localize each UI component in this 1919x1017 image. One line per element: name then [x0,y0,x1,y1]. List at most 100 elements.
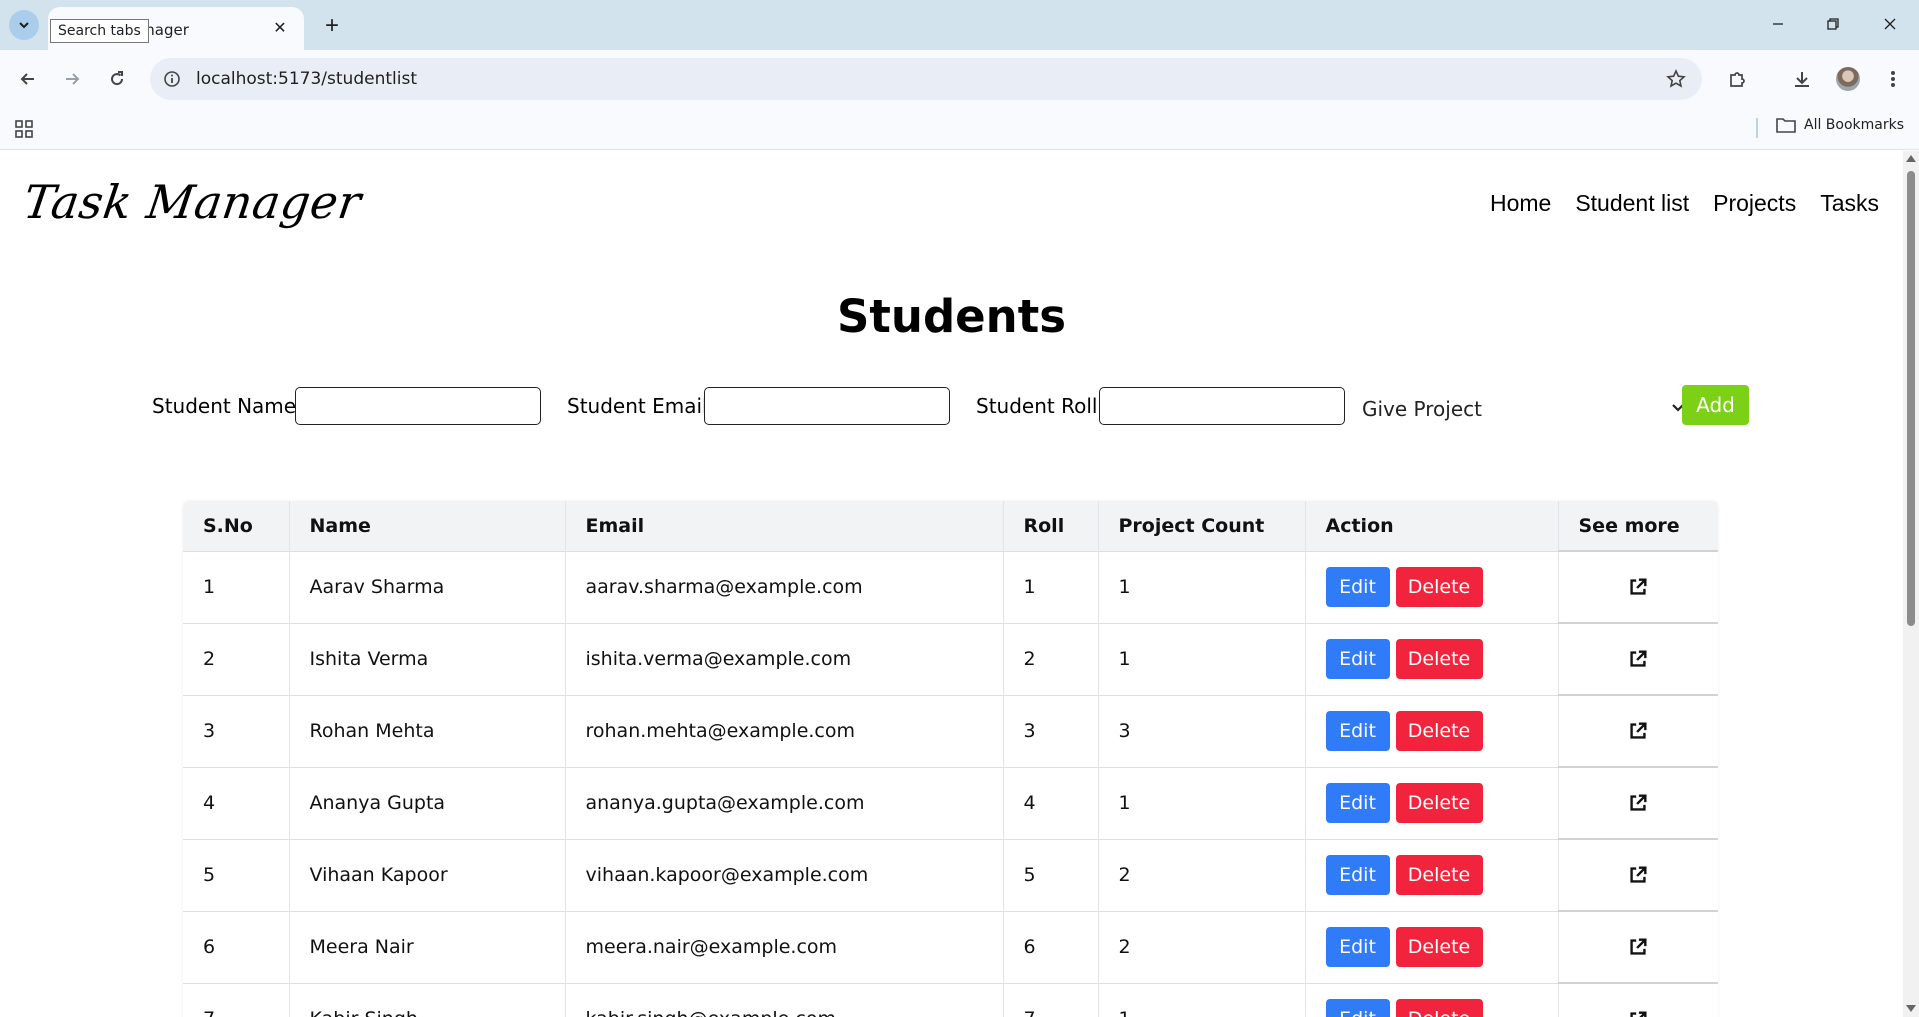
cell-roll: 6 [1003,910,1099,983]
table-row: 5 Vihaan Kapoor vihaan.kapoor@example.com 5… [183,838,1718,911]
page-scrollbar[interactable] [1903,151,1919,1017]
nav-tasks[interactable]: Tasks [1820,190,1879,217]
cell-email: ishita.verma@example.com [565,622,1004,695]
all-bookmarks-button[interactable]: All Bookmarks [1776,117,1904,133]
students-table-container: S.No Name Email Roll Project Count Actio… [183,501,1718,1017]
close-window-button[interactable] [1875,12,1905,36]
forward-button[interactable] [56,63,88,95]
cell-project-count: 3 [1098,694,1306,767]
cell-name: Rohan Mehta [289,694,566,767]
downloads-button[interactable] [1786,63,1818,95]
table-row: 1 Aarav Sharma aarav.sharma@example.com 1 1 E… [183,550,1718,623]
nav-student-list[interactable]: Student list [1575,190,1689,217]
header-name: Name [289,501,566,551]
cell-action: EditDelete [1305,766,1559,839]
cell-action: EditDelete [1305,838,1559,911]
edit-button[interactable]: Edit [1325,927,1390,967]
see-more-button[interactable] [1557,910,1718,983]
edit-button[interactable]: Edit [1325,999,1390,1017]
cell-project-count: 1 [1098,982,1306,1017]
chevron-down-icon [19,22,29,29]
cell-action: EditDelete [1305,622,1559,695]
external-link-icon [1630,650,1647,667]
minimize-button[interactable] [1763,12,1793,36]
minimize-icon [1773,23,1783,25]
site-brand-logo[interactable]: Task Manager [20,175,364,229]
edit-button[interactable]: Edit [1325,783,1390,823]
browser-menu-button[interactable] [1877,63,1909,95]
edit-button[interactable]: Edit [1325,711,1390,751]
header-sno: S.No [183,501,290,551]
cell-roll: 5 [1003,838,1099,911]
cell-email: rohan.mehta@example.com [565,694,1004,767]
nav-projects[interactable]: Projects [1713,190,1796,217]
scroll-down-arrow-icon[interactable] [1906,1005,1916,1012]
restore-button[interactable] [1818,12,1848,36]
delete-button[interactable]: Delete [1395,783,1483,823]
puzzle-icon [1730,72,1745,87]
student-roll-input[interactable] [1099,387,1345,425]
see-more-button[interactable] [1557,622,1718,695]
scrollbar-thumb[interactable] [1907,171,1915,626]
delete-button[interactable]: Delete [1395,711,1483,751]
tab-search-button[interactable] [9,10,39,40]
new-tab-button[interactable]: + [318,12,346,40]
scroll-up-arrow-icon[interactable] [1906,155,1916,162]
see-more-button[interactable] [1557,766,1718,839]
see-more-button[interactable] [1557,550,1718,623]
table-header-row: S.No Name Email Roll Project Count Actio… [183,501,1718,551]
cell-name: Aarav Sharma [289,550,566,623]
cell-project-count: 1 [1098,766,1306,839]
back-arrow-icon [20,73,34,85]
header-roll: Roll [1003,501,1099,551]
extensions-button[interactable] [1721,63,1753,95]
tab-close-icon[interactable]: ✕ [270,18,290,38]
see-more-button[interactable] [1557,694,1718,767]
cell-sno: 2 [183,622,290,695]
external-link-icon [1630,938,1647,955]
profile-avatar[interactable] [1836,67,1860,91]
url-text[interactable]: localhost:5173/studentlist [196,69,417,89]
cell-email: meera.nair@example.com [565,910,1004,983]
cell-name: Ishita Verma [289,622,566,695]
site-info-icon[interactable] [162,69,182,89]
delete-button[interactable]: Delete [1395,999,1483,1017]
cell-roll: 1 [1003,550,1099,623]
address-bar[interactable]: localhost:5173/studentlist [150,58,1702,100]
student-name-input[interactable] [295,387,541,425]
reload-button[interactable] [101,63,133,95]
see-more-button[interactable] [1557,838,1718,911]
delete-button[interactable]: Delete [1395,855,1483,895]
delete-button[interactable]: Delete [1395,927,1483,967]
table-row: 2 Ishita Verma ishita.verma@example.com 2 1 E… [183,622,1718,695]
student-name-label: Student Name: [152,394,303,418]
cell-name: Kabir Singh [289,982,566,1017]
give-project-select[interactable]: Give Project [1362,387,1688,429]
edit-button[interactable]: Edit [1325,567,1390,607]
cell-email: vihaan.kapoor@example.com [565,838,1004,911]
delete-button[interactable]: Delete [1395,567,1483,607]
delete-button[interactable]: Delete [1395,639,1483,679]
reload-icon [111,71,124,86]
table-row: 6 Meera Nair meera.nair@example.com 6 2 Edit D… [183,910,1718,983]
cell-action: EditDelete [1305,550,1559,623]
nav-home[interactable]: Home [1490,190,1551,217]
see-more-button[interactable] [1557,982,1718,1017]
cell-action: Edit Delete [1305,982,1559,1017]
add-student-button[interactable]: Add [1682,385,1749,425]
cell-email: aarav.sharma@example.com [565,550,1004,623]
apps-grid-icon[interactable] [14,119,34,139]
bookmark-star-icon[interactable] [1664,67,1688,91]
cell-project-count: 2 [1098,910,1306,983]
cell-roll: 3 [1003,694,1099,767]
bookmarks-separator [1756,118,1758,138]
edit-button[interactable]: Edit [1325,639,1390,679]
edit-button[interactable]: Edit [1325,855,1390,895]
cell-action: EditDelete [1305,694,1559,767]
student-email-input[interactable] [704,387,950,425]
back-button[interactable] [12,63,44,95]
cell-project-count: 1 [1098,622,1306,695]
restore-icon [1827,18,1839,30]
give-project-value: Give Project [1362,397,1482,421]
header-see-more: See more [1558,501,1718,551]
